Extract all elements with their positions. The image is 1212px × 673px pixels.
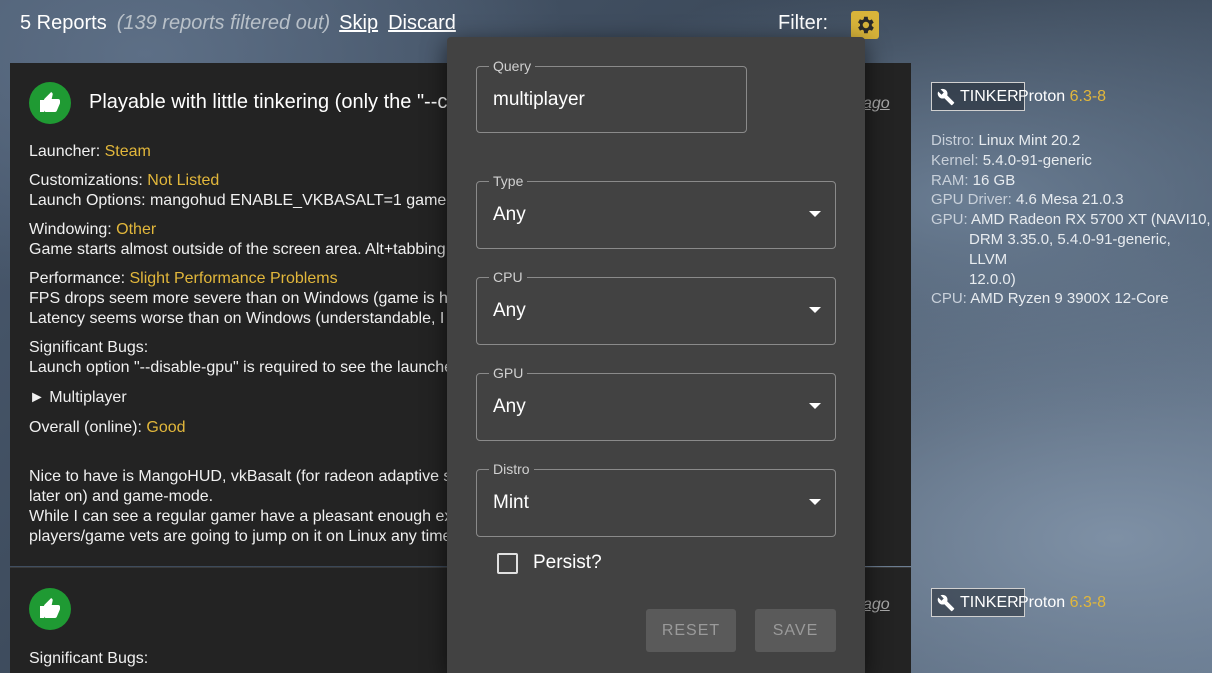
notes-text-2: later on) and game-mode. [29, 488, 214, 505]
cpu-value: AMD Ryzen 9 3900X 12-Core [970, 290, 1169, 308]
windowing-value: Other [116, 221, 157, 238]
tinker-label: TINKER [960, 87, 1019, 105]
cpu-label: CPU [489, 269, 527, 285]
performance-text-1: FPS drops seem more severe than on Windo… [29, 290, 449, 307]
reset-button[interactable]: RESET [646, 609, 736, 652]
windowing-line: Windowing: Other [29, 221, 449, 239]
overall-value: Good [146, 419, 186, 436]
gpu-value-2: DRM 3.35.0, 5.4.0-91-generic, LLVM [969, 230, 1171, 268]
wrench-icon [937, 594, 955, 611]
performance-label: Performance: [29, 270, 126, 287]
discard-link[interactable]: Discard [388, 12, 456, 35]
bugs-label: Significant Bugs: [29, 650, 149, 667]
kernel-value: 5.4.0-91-generic [982, 151, 1092, 169]
cpu-select[interactable]: CPU Any [476, 269, 836, 345]
distro-label: Distro [489, 461, 534, 477]
windowing-label: Windowing: [29, 221, 112, 238]
system-info: Distro: Linux Mint 20.2 Kernel: 5.4.0-91… [931, 131, 1212, 309]
type-value: Any [493, 204, 526, 225]
gear-icon [858, 16, 874, 34]
performance-line: Performance: Slight Performance Problems [29, 270, 449, 288]
query-input[interactable]: Query multiplayer [476, 58, 747, 133]
kernel-row: Kernel: 5.4.0-91-generic [931, 151, 1212, 171]
proton-version-value: 6.3-8 [1069, 88, 1107, 105]
notes-text-3: While I can see a regular gamer have a p… [29, 508, 449, 525]
overall-line: Overall (online): Good [29, 419, 449, 437]
overall-label: Overall (online): [29, 419, 142, 436]
multiplayer-toggle[interactable]: ► Multiplayer [29, 389, 449, 407]
distro-value: Linux Mint 20.2 [978, 132, 1081, 149]
ram-value: 16 GB [972, 171, 1016, 189]
distro-value: Mint [493, 492, 529, 513]
gpu-key: GPU: [931, 211, 968, 229]
persist-label: Persist? [533, 552, 602, 573]
launcher-value: Steam [104, 143, 151, 160]
tinker-label: TINKER [960, 593, 1019, 611]
persist-option[interactable]: Persist? [497, 552, 602, 574]
distro-select[interactable]: Distro Mint [476, 461, 836, 537]
launcher-label: Launcher: [29, 143, 101, 160]
cpu-row: CPU: AMD Ryzen 9 3900X 12-Core [931, 289, 1212, 309]
notes-text-4: players/game vets are going to jump on i… [29, 528, 449, 545]
kernel-key: Kernel: [931, 151, 979, 169]
query-label: Query [489, 58, 536, 74]
cpu-key: CPU: [931, 290, 967, 308]
chevron-down-icon [809, 403, 821, 409]
distro-row: Distro: Linux Mint 20.2 [931, 131, 1212, 151]
ram-row: RAM: 16 GB [931, 171, 1212, 191]
wrench-icon [937, 88, 955, 105]
gpu-driver-key: GPU Driver: [931, 191, 1012, 209]
persist-checkbox[interactable] [497, 552, 518, 574]
chevron-down-icon [809, 499, 821, 505]
gpu-value-3: 12.0.0) [969, 270, 1016, 288]
performance-value: Slight Performance Problems [129, 270, 338, 287]
distro-key: Distro: [931, 132, 975, 149]
proton-version-value: 6.3-8 [1069, 594, 1107, 611]
type-label: Type [489, 173, 528, 189]
tinker-badge: TINKER [931, 82, 1025, 111]
filter-dialog: Query multiplayer Type Any CPU Any GPU A… [447, 37, 865, 673]
customizations-value: Not Listed [147, 172, 220, 189]
report-count: 5 Reports [20, 12, 107, 34]
notes-text-1: Nice to have is MangoHUD, vkBasalt (for … [29, 468, 449, 485]
chevron-down-icon [809, 307, 821, 313]
report-time-link[interactable]: ago [863, 95, 890, 113]
proton-version: Proton 6.3-8 [1018, 88, 1106, 106]
proton-label: Proton [1018, 88, 1066, 105]
bugs-label: Significant Bugs: [29, 339, 149, 356]
report-title: Playable with little tinkering (only the… [89, 91, 448, 113]
customizations-label: Customizations: [29, 172, 143, 189]
gpu-value: Any [493, 396, 526, 417]
customizations-line: Customizations: Not Listed [29, 172, 449, 190]
thumbs-up-icon [29, 588, 71, 630]
gpu-select[interactable]: GPU Any [476, 365, 836, 441]
launcher-line: Launcher: Steam [29, 143, 449, 161]
type-select[interactable]: Type Any [476, 173, 836, 249]
gpu-row: GPU: AMD Radeon RX 5700 XT (NAVI10, [931, 210, 1212, 230]
windowing-text: Game starts almost outside of the screen… [29, 241, 449, 258]
cpu-value: Any [493, 300, 526, 321]
thumbs-up-icon [29, 82, 71, 124]
gpu-label: GPU [489, 365, 528, 381]
chevron-down-icon [809, 211, 821, 217]
save-button[interactable]: SAVE [755, 609, 836, 652]
report-time-link[interactable]: ago [863, 596, 890, 614]
filtered-out-count: (139 reports filtered out) [116, 12, 331, 34]
performance-text-2: Latency seems worse than on Windows (und… [29, 310, 449, 327]
filter-settings-button[interactable] [851, 11, 879, 39]
bugs-text: Launch option "--disable-gpu" is require… [29, 359, 449, 376]
proton-version: Proton 6.3-8 [1018, 594, 1106, 612]
gpu-driver-value: 4.6 Mesa 21.0.3 [1016, 191, 1124, 209]
query-value[interactable]: multiplayer [493, 89, 585, 111]
report-summary-bar: 5 Reports (139 reports filtered out) Ski… [20, 12, 466, 40]
gpu-value-1: AMD Radeon RX 5700 XT (NAVI10, [971, 211, 1211, 229]
tinker-badge: TINKER [931, 588, 1025, 617]
launch-options-text: Launch Options: mangohud ENABLE_VKBASALT… [29, 192, 449, 209]
gpu-driver-row: GPU Driver: 4.6 Mesa 21.0.3 [931, 190, 1212, 210]
ram-key: RAM: [931, 171, 969, 189]
skip-link[interactable]: Skip [339, 12, 378, 35]
proton-label: Proton [1018, 594, 1066, 611]
filter-label: Filter: [778, 12, 828, 34]
